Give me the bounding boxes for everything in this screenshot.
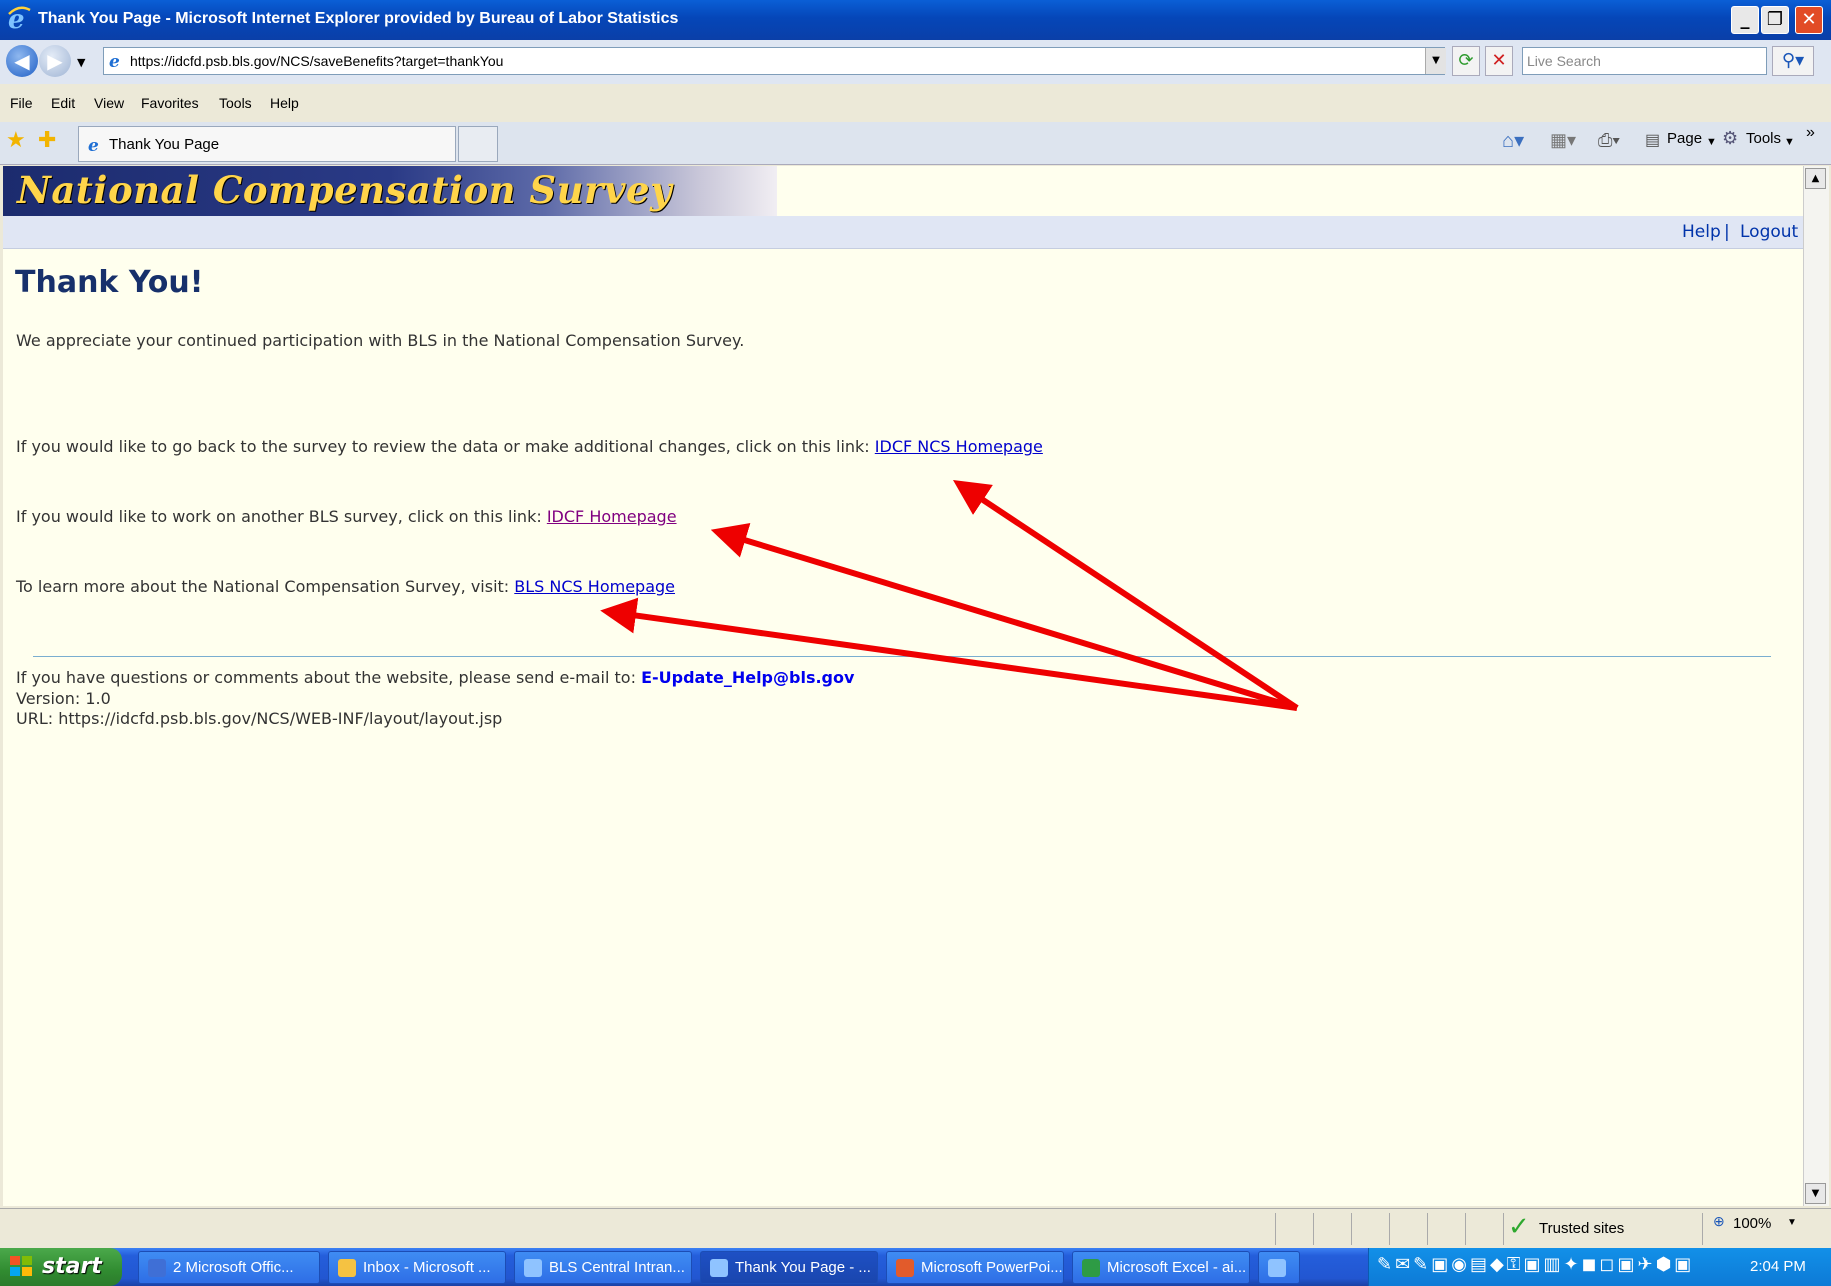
taskbar-item-outlook[interactable]: Inbox - Microsoft ...	[328, 1251, 506, 1284]
clock: 2:04 PM	[1750, 1258, 1806, 1275]
windows-logo-icon	[10, 1256, 32, 1276]
security-zone[interactable]: Trusted sites	[1539, 1220, 1624, 1237]
annotation-arrows	[600, 480, 1299, 711]
status-bar: ✓ Trusted sites ⊕ 100% ▼	[0, 1208, 1831, 1249]
trusted-check-icon: ✓	[1508, 1211, 1530, 1241]
scroll-down-icon[interactable]: ▼	[1805, 1183, 1826, 1204]
taskbar-item-bls-intranet[interactable]: BLS Central Intran...	[514, 1251, 692, 1284]
zoom-dropdown-icon[interactable]: ▼	[1787, 1217, 1797, 1228]
taskbar-item-extra[interactable]	[1258, 1251, 1300, 1284]
zoom-level[interactable]: 100%	[1733, 1215, 1771, 1232]
arrow-to-idcf-ncs	[952, 480, 1299, 711]
vertical-scrollbar[interactable]	[1803, 166, 1829, 1206]
taskbar-item-thank-you[interactable]: Thank You Page - ...	[700, 1251, 878, 1284]
arrow-to-idcf	[710, 523, 1298, 711]
start-button[interactable]: start	[0, 1248, 122, 1286]
taskbar-item-powerpoint[interactable]: Microsoft PowerPoi...	[886, 1251, 1064, 1284]
scroll-up-icon[interactable]: ▲	[1805, 168, 1826, 189]
start-label: start	[42, 1254, 102, 1279]
tray-icons[interactable]: ✎✉✎▣◉▤◆⚿▣▥✦◼◻▣✈⬢▣	[1377, 1254, 1694, 1275]
taskbar-item-excel[interactable]: Microsoft Excel - ai...	[1072, 1251, 1250, 1284]
zoom-icon: ⊕	[1713, 1213, 1725, 1229]
arrow-to-bls-ncs	[600, 597, 1298, 711]
taskbar-item-word[interactable]: 2 Microsoft Offic...	[138, 1251, 320, 1284]
